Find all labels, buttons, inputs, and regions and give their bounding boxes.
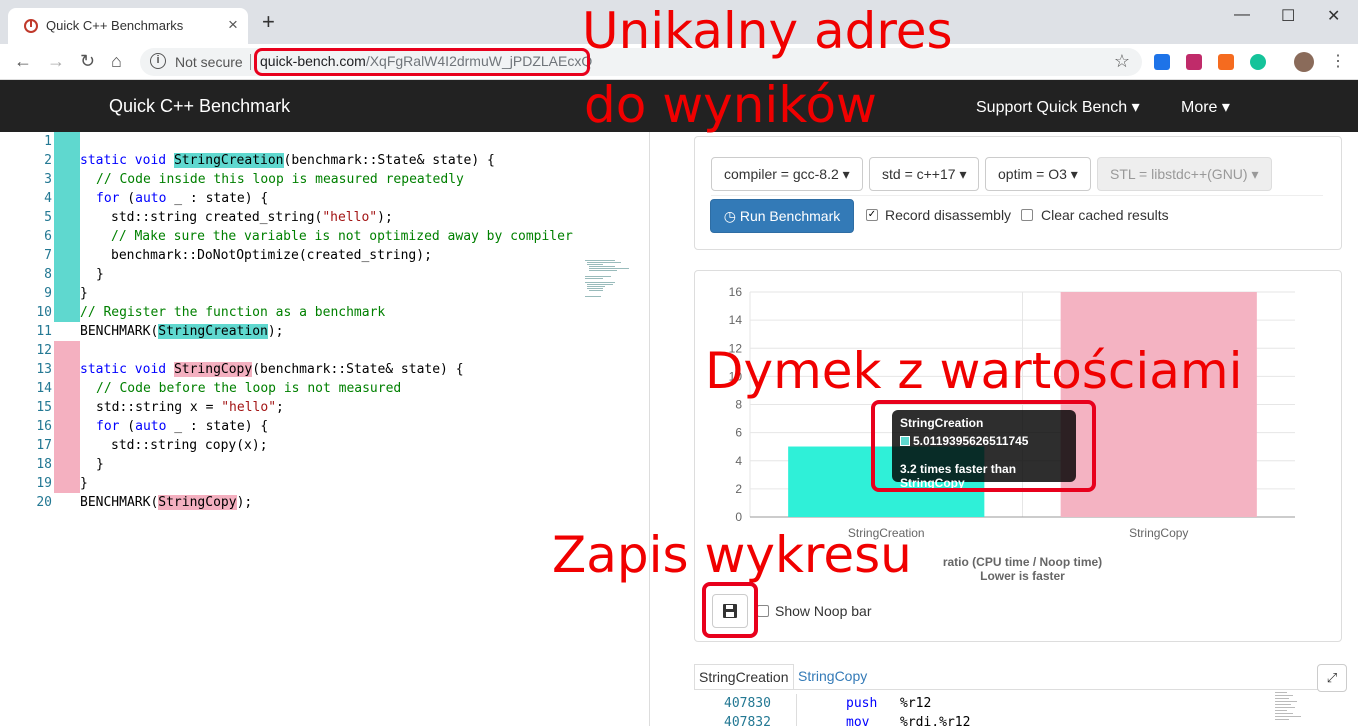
assembly-tabs-divider	[694, 689, 1346, 690]
stl-select[interactable]: STL = libstdc++(GNU) ▾	[1097, 157, 1272, 191]
url-annotation-box	[254, 48, 590, 76]
code-line: benchmark::DoNotOptimize(created_string)…	[0, 227, 650, 263]
chart-y-tick-label: 16	[729, 285, 743, 299]
code-line: }	[0, 246, 650, 282]
omnibox-separator	[250, 54, 251, 70]
editor-minimap[interactable]	[585, 260, 635, 304]
code-line: BENCHMARK(StringCreation);	[0, 303, 650, 339]
site-brand[interactable]: Quick C++ Benchmark	[109, 96, 290, 117]
screenshot-root: Quick C++ Benchmarks × + — ☐ ✕ ← → ↻ ⌂ i…	[0, 0, 1358, 726]
tab-close-icon[interactable]: ×	[228, 15, 238, 35]
code-line: // Register the function as a benchmark	[0, 284, 650, 320]
clear-cache-checkbox[interactable]	[1021, 209, 1033, 221]
std-select[interactable]: std = c++17 ▾	[869, 157, 980, 191]
back-icon[interactable]: ←	[14, 51, 32, 72]
assembly-row: 407830 push %r12	[694, 694, 1274, 713]
optim-select[interactable]: optim = O3 ▾	[985, 157, 1091, 191]
tab-stringcopy[interactable]: StringCopy	[794, 664, 871, 690]
chart-y-tick-label: 0	[735, 510, 742, 524]
compiler-select[interactable]: compiler = gcc-8.2 ▾	[711, 157, 863, 191]
code-line: }	[0, 265, 650, 301]
benchmark-options-card: compiler = gcc-8.2 ▾ std = c++17 ▾ optim…	[694, 136, 1342, 250]
assembly-opcode: push	[846, 696, 878, 711]
code-line: }	[0, 436, 650, 472]
more-menu[interactable]: More ▾	[1181, 97, 1230, 117]
chart-y-tick-label: 4	[735, 454, 742, 468]
code-line: // Make sure the variable is not optimiz…	[0, 208, 650, 244]
show-noop-checkbox[interactable]	[757, 605, 769, 617]
url-annotation-title-line2: do wyników	[584, 76, 877, 134]
assembly-operands: %rdi,%r12	[900, 715, 971, 726]
chart-y-axis: 0246810121416	[729, 285, 743, 524]
code-text: BENCHMARK(StringCopy);	[80, 495, 253, 510]
bookmark-star-icon[interactable]: ☆	[1114, 51, 1130, 72]
show-noop-label[interactable]: Show Noop bar	[775, 603, 872, 619]
grammarly-extension-icon[interactable]	[1250, 54, 1266, 70]
tab-title: Quick C++ Benchmarks	[46, 18, 184, 33]
run-benchmark-label: Run Benchmark	[739, 208, 841, 224]
function-name-highlight: StringCopy	[158, 495, 237, 510]
code-line: for (auto _ : state) {	[0, 398, 650, 434]
code-line: // Code before the loop is not measured	[0, 360, 650, 396]
code-line: BENCHMARK(StringCopy);	[0, 474, 650, 510]
assembly-address: 407832	[724, 715, 771, 726]
assembly-minimap[interactable]	[1275, 690, 1315, 726]
window-close-icon[interactable]: ✕	[1327, 6, 1340, 26]
maximize-icon[interactable]: ☐	[1281, 6, 1295, 26]
browser-tab[interactable]: Quick C++ Benchmarks ×	[8, 8, 248, 44]
expand-icon[interactable]: ⤢	[1317, 664, 1347, 692]
run-benchmark-button[interactable]: ◷ Run Benchmark	[710, 199, 854, 233]
security-label: Not secure	[175, 54, 243, 70]
chart-x-axis-subtitle: Lower is faster	[980, 569, 1065, 580]
browser-menu-icon[interactable]: ⋮	[1330, 51, 1346, 71]
code-line: std::string copy(x);	[0, 417, 650, 453]
code-line: static void StringCopy(benchmark::State&…	[0, 341, 650, 377]
forward-icon[interactable]: →	[47, 51, 65, 72]
home-icon[interactable]: ⌂	[111, 51, 122, 72]
code-line: // Code inside this loop is measured rep…	[0, 151, 650, 187]
site-info-icon[interactable]: i	[150, 53, 166, 69]
chart-x-tick-label: StringCopy	[1129, 526, 1188, 540]
code-line: }	[0, 455, 650, 491]
function-name-highlight: StringCreation	[158, 324, 268, 339]
quick-bench-favicon-icon	[24, 19, 38, 33]
assembly-address: 407830	[724, 696, 771, 711]
record-disassembly-checkbox[interactable]: ✓	[866, 209, 878, 221]
code-line: std::string created_string("hello");	[0, 189, 650, 225]
support-menu[interactable]: Support Quick Bench ▾	[976, 97, 1140, 117]
code-text: BENCHMARK(StringCreation);	[80, 324, 284, 339]
clock-icon: ◷	[723, 208, 736, 224]
tooltip-annotation-box	[871, 400, 1096, 492]
minimize-icon[interactable]: —	[1234, 6, 1250, 24]
profile-avatar[interactable]	[1294, 52, 1314, 72]
dropbox-extension-icon[interactable]	[1154, 54, 1170, 70]
record-disassembly-label[interactable]: Record disassembly	[885, 207, 1011, 223]
code-line: static void StringCreation(benchmark::St…	[0, 132, 650, 168]
url-annotation-title-line1: Unikalny adres	[582, 2, 953, 60]
save-annotation-box	[702, 582, 758, 638]
tab-stringcreation[interactable]: StringCreation	[694, 664, 794, 690]
code-editor[interactable]: 1 2 3 4 5 6 7 8 9 10 11 12 13 14 15 16 17 18 19 20 static v…	[0, 132, 650, 726]
assembly-opcode: mov	[846, 715, 870, 726]
extension-icon[interactable]	[1186, 54, 1202, 70]
code-line: std::string x = "hello";	[0, 379, 650, 415]
chart-x-axis-title: ratio (CPU time / Noop time)	[943, 555, 1102, 569]
chart-y-tick-label: 6	[735, 426, 742, 440]
reload-icon[interactable]: ↻	[80, 51, 95, 72]
tooltip-annotation-title: Dymek z wartościami	[705, 342, 1243, 400]
office-extension-icon[interactable]	[1218, 54, 1234, 70]
options-divider	[711, 195, 1323, 196]
chart-y-tick-label: 14	[729, 313, 743, 327]
code-line: for (auto _ : state) {	[0, 170, 650, 206]
new-tab-icon[interactable]: +	[262, 11, 275, 33]
chart-y-tick-label: 2	[735, 482, 742, 496]
assembly-row: 407832 mov %rdi,%r12	[694, 713, 1274, 726]
assembly-operands: %r12	[900, 696, 932, 711]
save-annotation-title: Zapis wykresu	[552, 526, 912, 584]
clear-cache-label[interactable]: Clear cached results	[1041, 207, 1169, 223]
